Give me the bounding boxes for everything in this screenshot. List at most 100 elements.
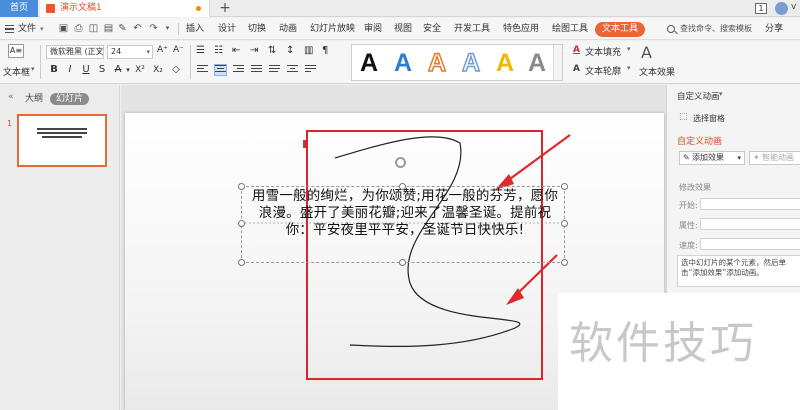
file-menu[interactable]: 文件 <box>18 18 36 40</box>
clear-format-icon[interactable]: ◇ <box>170 63 182 77</box>
print-icon[interactable]: ⎙ <box>73 23 84 34</box>
wordart-style-light-blue-outline[interactable]: A <box>458 48 484 78</box>
resize-handle-right[interactable] <box>561 220 568 227</box>
bullet-list-icon[interactable]: ☰ <box>196 45 205 56</box>
numbered-list-icon[interactable]: ☷ <box>214 45 223 56</box>
resize-handle-bottom-left[interactable] <box>238 259 245 266</box>
smart-animation-button[interactable]: ✦ 智能动画 <box>749 151 800 165</box>
wordart-gallery-scroll[interactable] <box>553 45 562 80</box>
window-count-badge[interactable]: 1 <box>755 3 767 14</box>
menu-tab-transition[interactable]: 切换 <box>248 18 266 40</box>
menu-tab-text-tools[interactable]: 文本工具 <box>595 22 646 37</box>
align-left-icon[interactable] <box>197 65 208 75</box>
new-tab-button[interactable]: + <box>218 0 232 17</box>
menu-tab-developer[interactable]: 开发工具 <box>454 18 490 40</box>
redo-icon[interactable]: ↷ <box>148 23 159 34</box>
rotation-handle[interactable] <box>395 157 406 168</box>
command-search-input[interactable]: 查找命令、搜索模板 <box>680 18 752 40</box>
text-effect-icon[interactable]: A <box>641 43 652 62</box>
menu-tab-animation[interactable]: 动画 <box>279 18 297 40</box>
align-center-icon[interactable] <box>214 64 227 76</box>
text-fill-arrow-icon[interactable]: ▾ <box>627 45 631 53</box>
italic-icon[interactable]: I <box>64 63 76 77</box>
wordart-style-gold[interactable]: A <box>492 49 518 77</box>
font-size-select[interactable]: 24 ▾ <box>107 45 153 59</box>
grow-font-icon[interactable]: A⁺ <box>157 45 168 55</box>
justify-icon[interactable] <box>251 65 262 75</box>
save-icon[interactable]: ▣ <box>58 23 69 34</box>
slide-thumbnail[interactable] <box>17 114 107 167</box>
resize-handle-top[interactable] <box>399 183 406 190</box>
paragraph-icon[interactable]: ¶ <box>322 45 328 56</box>
menu-tab-insert[interactable]: 插入 <box>186 18 204 40</box>
user-name[interactable]: v <box>791 2 796 12</box>
file-menu-arrow-icon[interactable]: ▾ <box>40 18 44 40</box>
search-icon[interactable] <box>667 25 675 33</box>
text-direction-icon[interactable]: ⇅ <box>268 45 276 56</box>
underline-icon[interactable]: U <box>80 63 92 77</box>
wordart-style-black[interactable]: A <box>356 49 382 77</box>
menu-tab-drawing-tools[interactable]: 绘图工具 <box>552 18 588 40</box>
document-tab[interactable]: 演示文稿1 <box>40 0 210 17</box>
line-spacing-icon[interactable]: ↕ <box>286 45 294 56</box>
wordart-style-gray[interactable]: A <box>524 49 550 77</box>
tab-slides[interactable]: 幻灯片 <box>50 93 90 105</box>
superscript-icon[interactable]: X² <box>134 63 146 77</box>
font-color-arrow-icon[interactable]: ▾ <box>122 63 134 77</box>
bold-icon[interactable]: B <box>48 63 60 77</box>
menu-tab-security[interactable]: 安全 <box>423 18 441 40</box>
text-outline-icon[interactable]: A <box>573 64 580 74</box>
resize-handle-left[interactable] <box>238 220 245 227</box>
user-avatar[interactable] <box>775 2 788 15</box>
text-effect-button[interactable]: 文本效果 <box>639 65 676 78</box>
speed-select[interactable] <box>700 238 800 250</box>
shadow-icon[interactable]: S <box>96 63 108 77</box>
slide-text-box[interactable]: 用雪一般的绚烂，为你颂赞;用花一般的芬芳，愿你浪漫。盛开了美丽花瓣;迎来了温馨圣… <box>241 186 565 263</box>
decrease-indent-icon[interactable]: ⇤ <box>232 45 240 56</box>
menu-tab-slideshow[interactable]: 幻灯片放映 <box>310 18 355 40</box>
resize-handle-top-right[interactable] <box>561 183 568 190</box>
home-tab[interactable]: 首页 <box>0 0 38 17</box>
resize-handle-top-left[interactable] <box>238 183 245 190</box>
print-preview-icon[interactable]: ◫ <box>88 23 99 34</box>
align-right-icon[interactable] <box>233 65 244 75</box>
select-pane-button[interactable]: 选择窗格 <box>693 113 725 124</box>
shrink-font-icon[interactable]: A⁻ <box>173 45 184 55</box>
text-outline-arrow-icon[interactable]: ▾ <box>627 64 631 72</box>
undo-icon[interactable]: ↶ <box>132 23 143 34</box>
increase-indent-icon[interactable]: ⇥ <box>250 45 258 56</box>
hamburger-menu-icon[interactable] <box>5 25 14 33</box>
select-pane-icon[interactable]: ⬚ <box>679 112 688 122</box>
start-select[interactable] <box>700 198 800 210</box>
print-setup-icon[interactable]: ▤ <box>103 23 114 34</box>
format-painter-icon[interactable]: ✎ <box>117 23 128 34</box>
menu-tab-design[interactable]: 设计 <box>218 18 236 40</box>
share-button[interactable]: 分享 <box>765 18 783 40</box>
tab-outline[interactable]: 大纲 <box>25 93 43 105</box>
wordart-style-blue[interactable]: A <box>390 49 416 77</box>
distribute-icon[interactable] <box>269 65 280 75</box>
more-icon[interactable]: ▾ <box>162 23 173 34</box>
text-align-more-icon[interactable] <box>305 65 316 75</box>
subscript-icon[interactable]: X₂ <box>152 63 164 77</box>
add-effect-button[interactable]: ✎ 添加效果 ▾ <box>679 151 745 165</box>
menu-tab-features[interactable]: 特色应用 <box>503 18 539 40</box>
property-select[interactable] <box>700 218 800 230</box>
menu-tab-view[interactable]: 视图 <box>394 18 412 40</box>
text-box-icon[interactable]: A≡ <box>8 44 24 58</box>
vertical-align-icon[interactable] <box>287 65 298 75</box>
wordart-style-orange-outline[interactable]: A <box>424 48 450 78</box>
resize-handle-bottom[interactable] <box>399 259 406 266</box>
font-name-select[interactable]: 微软雅黑 (正文 ▾ <box>46 45 104 59</box>
menu-tab-review[interactable]: 审阅 <box>364 18 382 40</box>
panel-header-arrow-icon[interactable]: ▾ <box>719 90 723 98</box>
slide-body-text[interactable]: 用雪一般的绚烂，为你颂赞;用花一般的芬芳，愿你浪漫。盛开了美丽花瓣;迎来了温馨圣… <box>246 188 564 239</box>
text-box-arrow-icon[interactable]: ▾ <box>31 65 35 73</box>
text-outline-button[interactable]: 文本轮廓 <box>585 64 621 77</box>
text-fill-icon[interactable]: A <box>573 45 580 55</box>
text-box-button[interactable]: 文本框 <box>3 65 30 78</box>
collapse-panel-icon[interactable]: « <box>8 92 14 102</box>
text-fill-button[interactable]: 文本填充 <box>585 45 621 58</box>
panel-header[interactable]: 自定义动画 <box>677 90 720 102</box>
resize-handle-bottom-right[interactable] <box>561 259 568 266</box>
